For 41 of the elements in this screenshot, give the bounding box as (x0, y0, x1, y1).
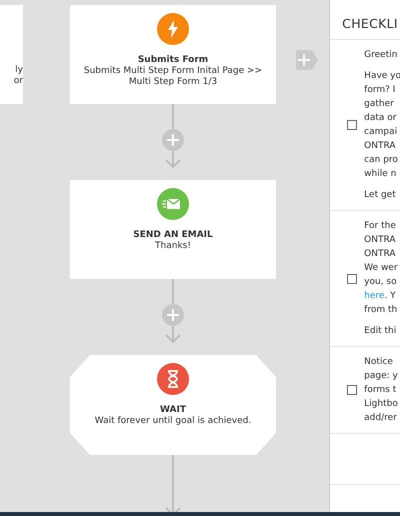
step-description: Submits Multi Step Form Inital Page >> Multi Step Form 1/3 (82, 66, 264, 88)
checklist-text: campai (364, 126, 398, 139)
checklist-text: Notice (364, 356, 394, 369)
checkbox[interactable] (347, 120, 358, 130)
checklist-text: ONTRA (364, 248, 397, 261)
checklist-text: page: y (364, 370, 398, 383)
step-title: SEND AN EMAIL (133, 229, 213, 241)
checklist-text: Lightbo (364, 398, 398, 411)
checklist-text: form? I (364, 84, 396, 97)
hourglass-icon (157, 363, 189, 395)
checklist-text: data or (364, 112, 398, 125)
checkbox[interactable] (347, 385, 358, 395)
step-title: WAIT (160, 404, 186, 416)
checklist-text: from th (364, 304, 398, 317)
checklist-text: you, so (364, 276, 398, 289)
step-description: Thanks! (154, 241, 192, 252)
card-description: or (14, 76, 23, 86)
checklist-text: Let get (364, 189, 397, 202)
checklist-text: while n (364, 168, 398, 181)
panel-title: CHECKLI (330, 0, 400, 40)
checklist-text: Edit thi (364, 325, 398, 338)
flow-card[interactable]: ly or (0, 5, 23, 104)
checklist-text: forms t (364, 384, 398, 397)
step-title: Submits Form (138, 54, 208, 66)
flow-card[interactable]: WAIT Wait forever until goal is achieved. (70, 355, 276, 455)
step-description: Wait forever until goal is achieved. (94, 416, 252, 427)
checklist-text: For the (364, 220, 397, 233)
checklist-text: here. Y (364, 290, 397, 303)
envelope-icon (157, 188, 189, 220)
checklist-text: Greetin (364, 49, 398, 62)
checklist-text: gather (364, 98, 395, 111)
flow-card[interactable]: Submits Form Submits Multi Step Form Inital Page >> Multi Step Form 1/3 (70, 5, 276, 104)
checklist-text: can pro (364, 154, 399, 167)
card-description: ly (15, 64, 23, 76)
checklist-text: ONTRA (364, 140, 397, 153)
checkbox[interactable] (347, 274, 358, 284)
flow-card[interactable]: SEND AN EMAIL Thanks! (70, 180, 276, 279)
checklist-text: add/rer (364, 412, 398, 425)
checklist-text: ONTRA (364, 234, 397, 247)
lightning-icon (157, 13, 189, 45)
checklist-text: We wer (364, 262, 398, 275)
